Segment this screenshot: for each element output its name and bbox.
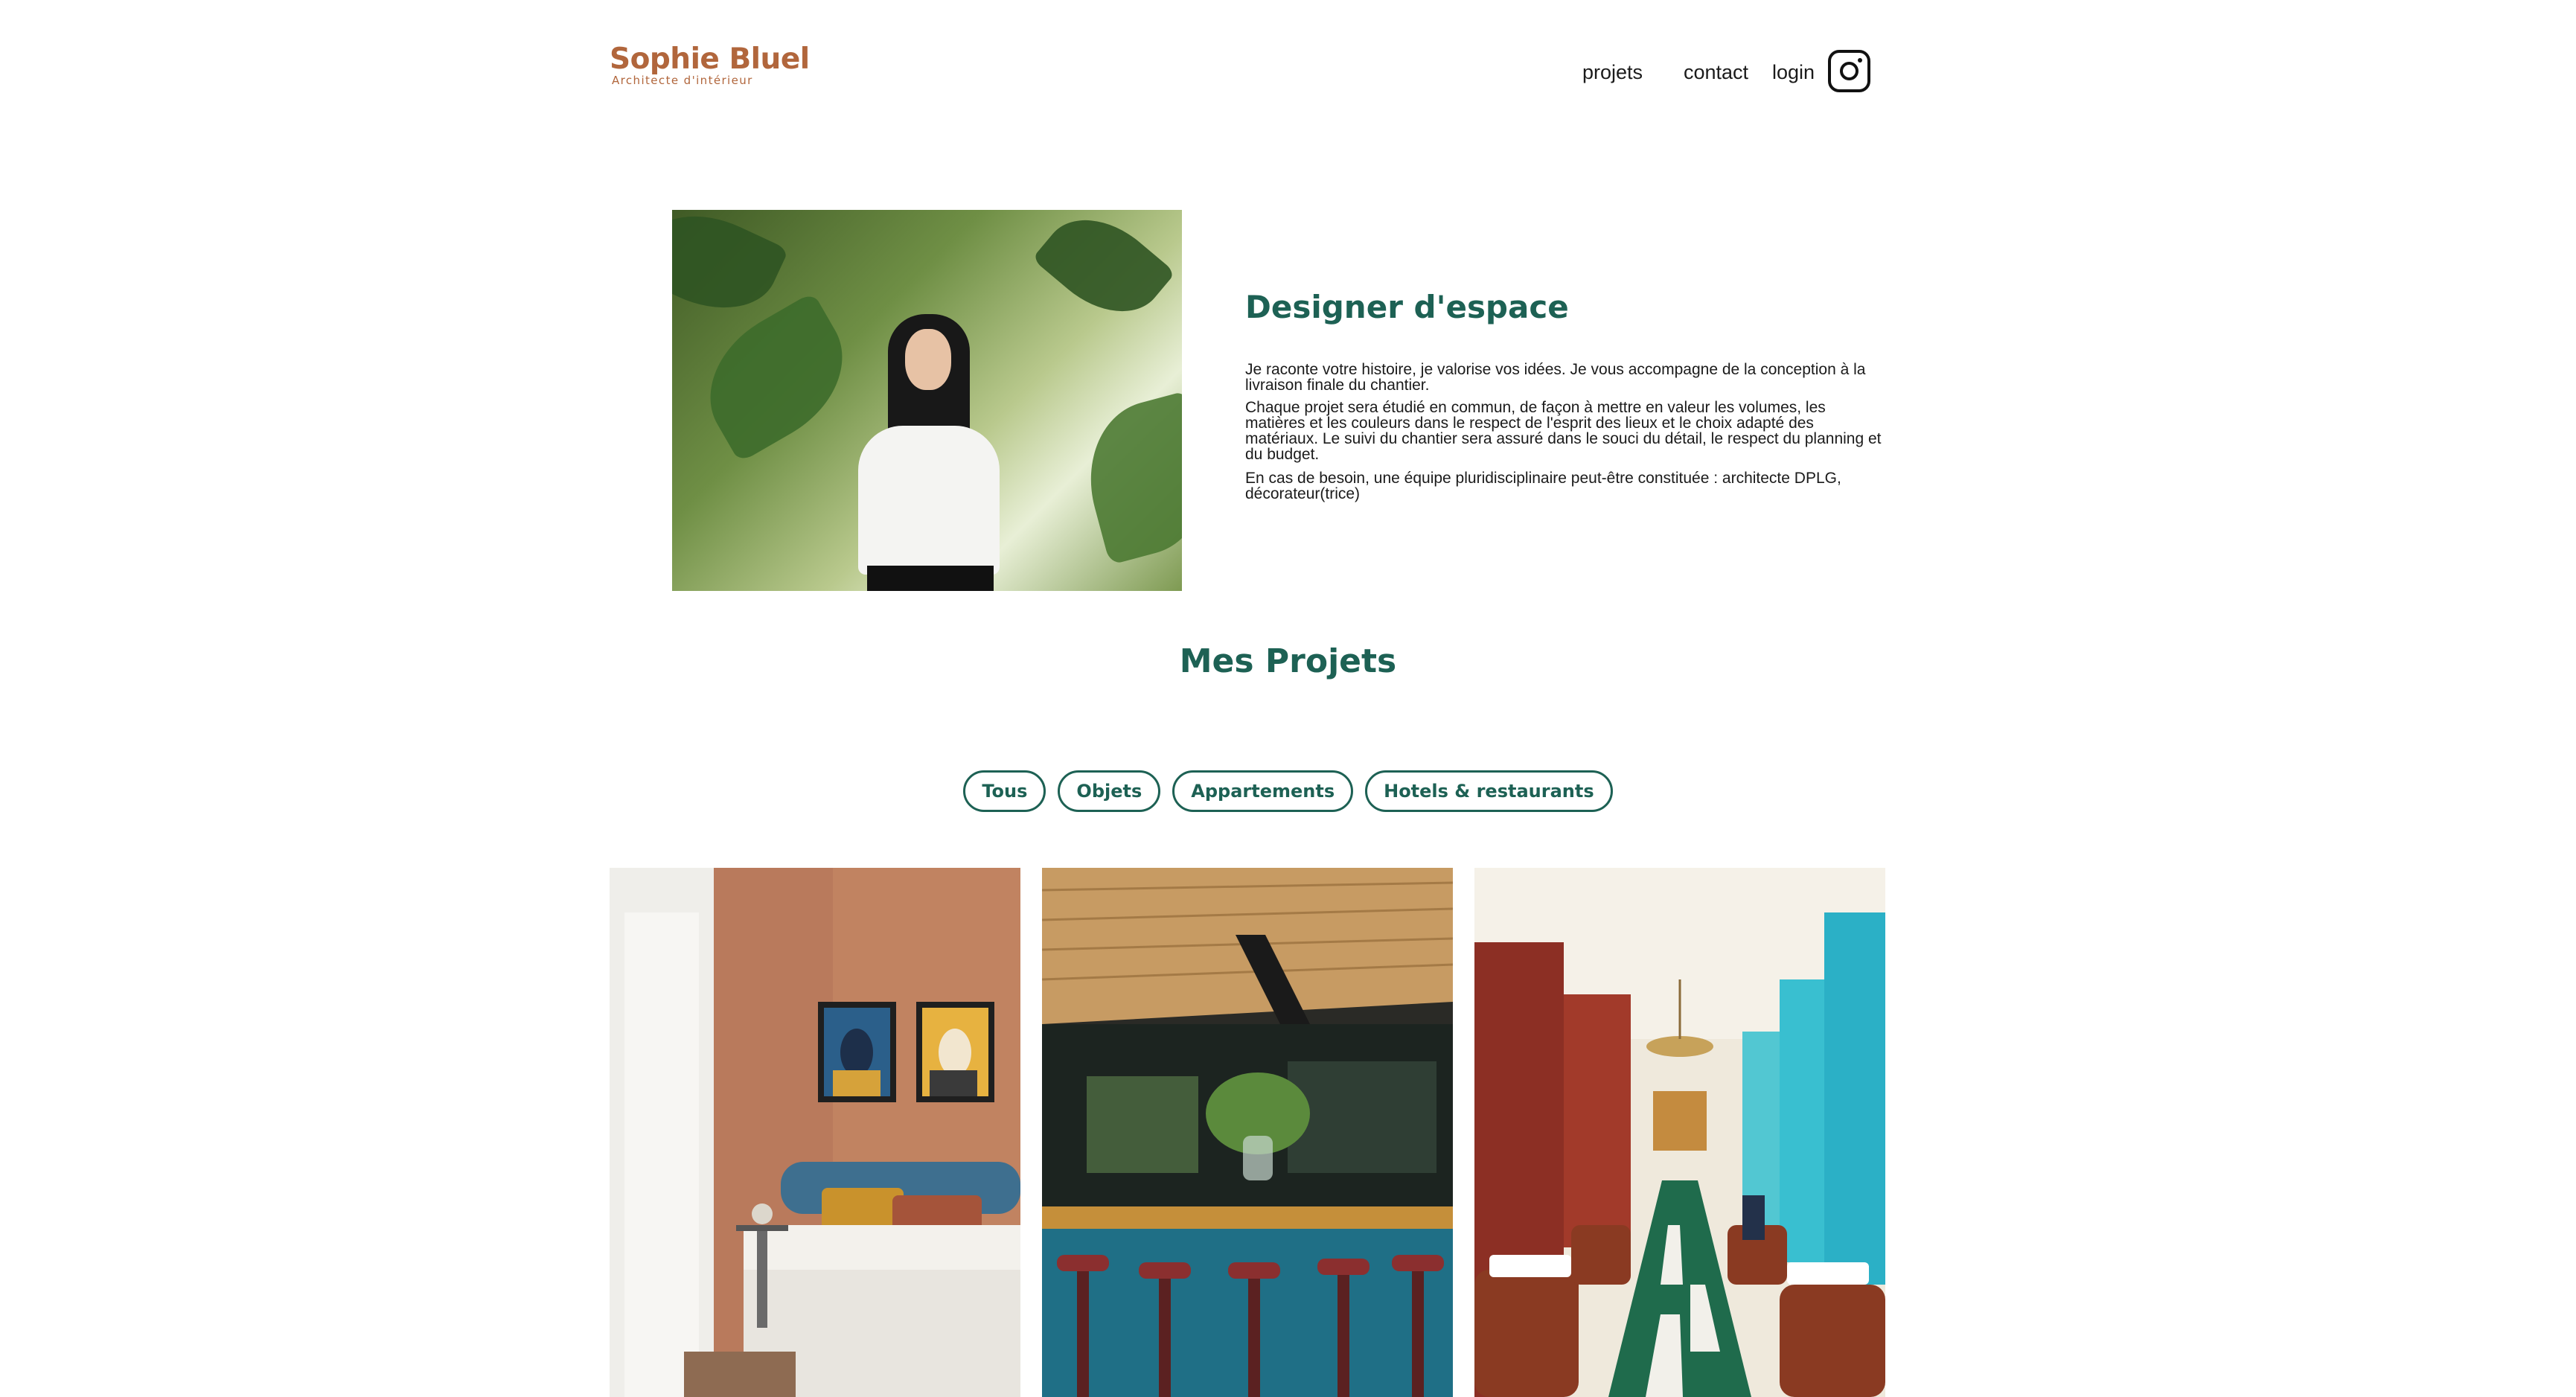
logo-title[interactable]: Sophie Bluel [610,45,810,74]
leaf-shape [1071,390,1182,566]
portrait-torso [858,426,1000,575]
intro-paragraph: Chaque projet sera étudié en commun, de … [1245,399,1882,463]
filter-objets-button[interactable]: Objets [1058,770,1161,812]
nav-contact-link[interactable]: contact [1684,63,1748,83]
instagram-lens [1840,62,1859,80]
bar-photo [1042,868,1453,1397]
leaf-shape [1032,210,1176,336]
leaf-shape [683,292,869,463]
restaurant-photo [1474,868,1885,1397]
filter-all-button[interactable]: Tous [963,770,1046,812]
intro-paragraph: En cas de besoin, une équipe pluridiscip… [1245,470,1841,502]
gallery-work-image[interactable] [610,868,1020,1397]
architect-portrait-image [672,210,1182,591]
gallery-work-image[interactable] [1042,868,1453,1397]
intro-paragraph: Je raconte votre histoire, je valorise v… [1245,361,1866,394]
gallery-work-image[interactable] [1474,868,1885,1397]
bedroom-photo [610,868,1020,1397]
filter-hotels-restaurants-button[interactable]: Hotels & restaurants [1365,770,1613,812]
filter-bar: Tous Objets Appartements Hotels & restau… [0,770,2576,812]
nav-projets-link[interactable]: projets [1582,63,1643,83]
logo-subtitle: Architecte d'intérieur [612,74,753,87]
introduction-title: Designer d'espace [1245,289,1569,325]
instagram-dot [1858,58,1862,63]
portrait-face [905,329,951,390]
leaf-shape [672,210,789,331]
portfolio-title: Mes Projets [1179,642,1397,680]
filter-appartements-button[interactable]: Appartements [1172,770,1354,812]
portrait-skirt [867,566,994,591]
nav-login-link[interactable]: login [1772,63,1815,83]
instagram-icon[interactable] [1828,50,1870,92]
